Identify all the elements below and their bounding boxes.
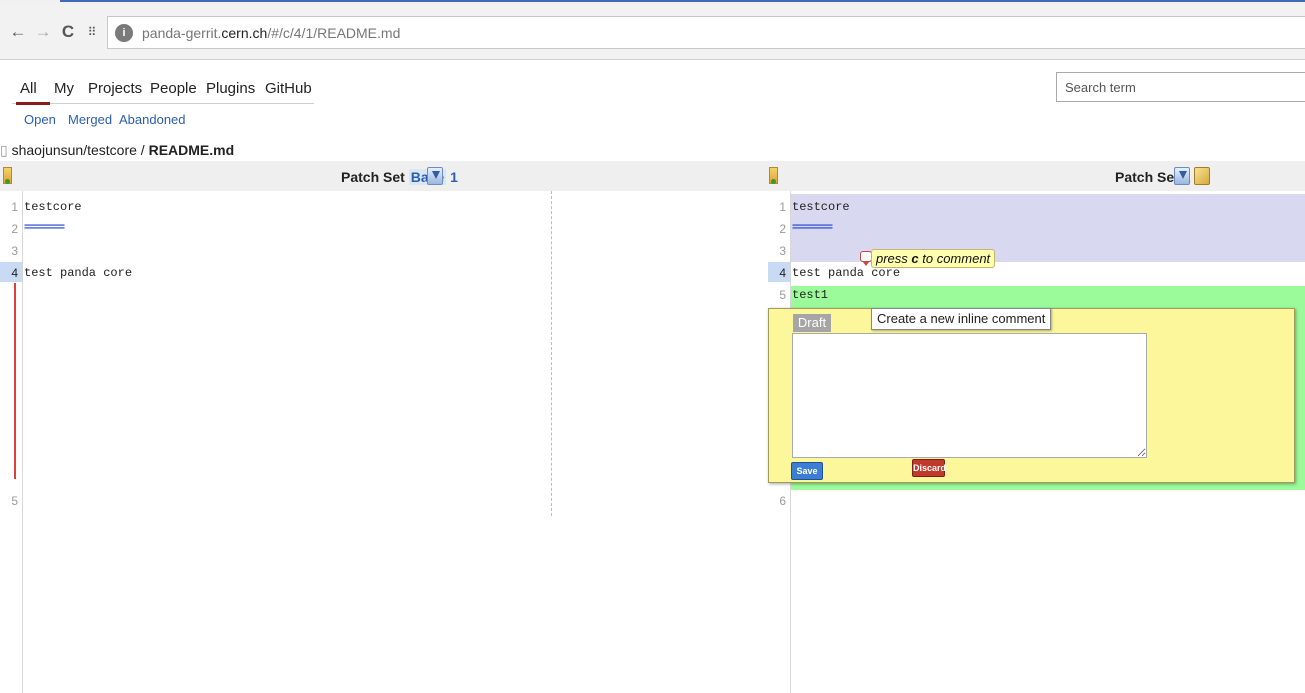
breadcrumb-separator: / — [136, 142, 149, 158]
submenu-merged[interactable]: Merged — [68, 112, 112, 127]
forward-icon[interactable]: → — [34, 22, 52, 42]
edit-icon[interactable] — [1194, 167, 1210, 185]
code-line: ======== — [24, 223, 65, 234]
menu-plugins[interactable]: Plugins — [206, 80, 255, 97]
breadcrumb-file: README.md — [148, 142, 235, 158]
reload-icon[interactable]: C — [59, 22, 77, 42]
back-icon[interactable]: ← — [9, 22, 27, 42]
apps-icon[interactable]: ⠿ — [83, 22, 101, 42]
draft-label: Draft — [793, 314, 831, 332]
line-number[interactable]: 2 — [0, 222, 18, 236]
menu-my[interactable]: My — [54, 80, 74, 97]
download-icon[interactable] — [427, 167, 443, 185]
submenu-abandoned[interactable]: Abandoned — [119, 112, 186, 127]
url-text[interactable]: panda-gerrit.cern.ch/#/c/4/1/README.md — [142, 25, 400, 41]
browser-toolbar: ← → C ⠿ i panda-gerrit.cern.ch/#/c/4/1/R… — [0, 4, 1305, 60]
right-diff-header: Patch Set 1 — [768, 161, 1305, 191]
comment-textarea[interactable] — [792, 333, 1147, 458]
line-number[interactable]: 3 — [0, 244, 18, 258]
code-line: test1 — [792, 288, 829, 302]
breadcrumb-marker: ▯ — [0, 142, 8, 158]
menu-projects[interactable]: Projects — [88, 80, 142, 97]
left-gutter-divider — [22, 191, 23, 693]
submenu-open[interactable]: Open — [24, 112, 56, 127]
code-line: ======== — [792, 223, 833, 234]
print-margin-line — [551, 191, 552, 516]
draft-comment-box: Draft Save Discard — [768, 308, 1295, 483]
line-number[interactable]: 4 — [768, 266, 786, 280]
comment-hint: press c to comment — [871, 249, 996, 268]
line-number[interactable]: 5 — [768, 288, 786, 302]
main-menu: All My Projects People Plugins GitHub — [12, 80, 314, 105]
file-status-icon — [3, 167, 12, 184]
line-number[interactable]: 4 — [0, 266, 18, 280]
line-number[interactable]: 6 — [768, 494, 786, 508]
breadcrumb-project[interactable]: shaojunsun/testcore — [12, 142, 137, 158]
left-diff-header: Patch Set Base 1 — [0, 161, 768, 191]
code-line: testcore — [792, 200, 850, 214]
discard-button[interactable]: Discard — [912, 459, 946, 477]
line-number[interactable]: 1 — [0, 200, 18, 214]
left-patchset-number[interactable]: 1 — [450, 169, 458, 185]
line-number[interactable]: 3 — [768, 244, 786, 258]
active-menu-indicator — [16, 102, 50, 105]
inline-comment-tooltip: Create a new inline comment — [871, 308, 1052, 330]
download-icon[interactable] — [1174, 167, 1190, 185]
address-bar[interactable]: i panda-gerrit.cern.ch/#/c/4/1/README.md — [107, 16, 1305, 49]
menu-github[interactable]: GitHub — [265, 80, 312, 97]
search-field[interactable] — [1056, 72, 1305, 102]
comment-hint-key: c — [911, 251, 919, 266]
menu-people[interactable]: People — [150, 80, 197, 97]
save-button[interactable]: Save — [791, 462, 823, 480]
tab-indicator — [60, 0, 1305, 2]
search-input[interactable] — [1057, 73, 1305, 101]
site-info-icon[interactable]: i — [115, 24, 133, 42]
breadcrumb: ▯ shaojunsun/testcore / README.md — [0, 142, 234, 159]
file-status-icon — [769, 167, 778, 184]
deletion-marker — [14, 283, 16, 479]
url-domain: cern.ch — [221, 25, 268, 41]
code-line: test panda core — [24, 266, 133, 280]
code-line: testcore — [24, 200, 82, 214]
line-number[interactable]: 2 — [768, 222, 786, 236]
line-number[interactable]: 1 — [768, 200, 786, 214]
menu-all[interactable]: All — [20, 80, 37, 97]
line-number[interactable]: 5 — [0, 494, 18, 508]
url-prefix: panda-gerrit. — [142, 25, 222, 41]
url-path: /#/c/4/1/README.md — [267, 25, 401, 41]
